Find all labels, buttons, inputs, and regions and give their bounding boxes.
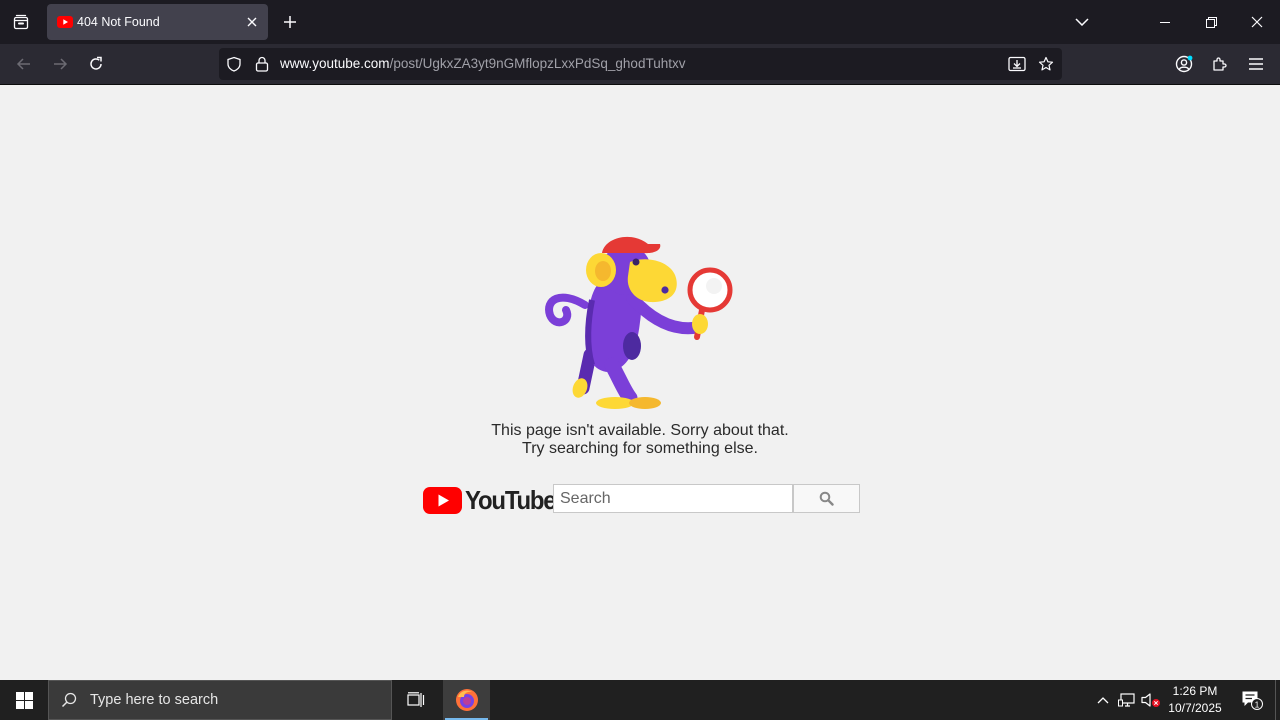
show-hidden-icons-button[interactable] (1093, 680, 1113, 720)
extensions-button[interactable] (1204, 48, 1236, 80)
restore-button[interactable] (1188, 0, 1234, 44)
url-text[interactable]: www.youtube.com/post/UgkxZA3yt9nGMflopzL… (280, 48, 685, 80)
reload-button[interactable] (80, 48, 112, 80)
arrow-right-icon (54, 58, 68, 70)
taskbar-search-placeholder: Type here to search (90, 692, 219, 708)
app-menu-button[interactable] (1240, 48, 1272, 80)
action-center-button[interactable]: 1 (1232, 680, 1272, 720)
window-close-button[interactable] (1234, 0, 1280, 44)
clock-time: 1:26 PM (1172, 684, 1218, 698)
start-button[interactable] (0, 680, 48, 720)
volume-muted-icon (1141, 693, 1160, 707)
hamburger-menu-icon (1249, 58, 1263, 70)
task-view-icon (407, 692, 425, 707)
system-clock[interactable]: 1:26 PM 10/7/2025 (1163, 683, 1227, 717)
search-icon (61, 692, 77, 708)
back-button[interactable] (8, 48, 40, 80)
taskbar-search-box[interactable]: Type here to search (48, 680, 392, 720)
network-button[interactable] (1116, 680, 1138, 720)
install-page-button[interactable] (1005, 48, 1029, 80)
download-app-icon (1008, 56, 1026, 72)
firefox-icon (455, 689, 478, 711)
plus-icon (284, 16, 296, 28)
bookmark-button[interactable] (1034, 48, 1058, 80)
chevron-up-icon (1097, 697, 1109, 704)
url-path: /post/UgkxZA3yt9nGMflopzLxxPdSq_ghodTuht… (389, 56, 686, 71)
reload-icon (90, 56, 102, 70)
tab-title: 404 Not Found (77, 15, 160, 29)
close-icon (1251, 16, 1263, 28)
network-icon (1118, 693, 1135, 707)
lock-icon (255, 56, 269, 72)
url-host: www.youtube.com (280, 56, 390, 71)
new-tab-button[interactable] (276, 8, 304, 36)
shield-icon (227, 56, 241, 72)
tab-close-button[interactable] (240, 10, 264, 34)
chevron-down-icon (1075, 18, 1089, 26)
clock-date: 10/7/2025 (1168, 701, 1222, 715)
search-icon (819, 491, 834, 506)
puzzle-icon (1213, 57, 1227, 71)
windows-logo-icon (15, 691, 33, 709)
taskbar-firefox-app[interactable] (443, 680, 490, 720)
volume-button[interactable] (1140, 680, 1162, 720)
firefox-view-button[interactable] (0, 0, 42, 44)
forward-button[interactable] (44, 48, 76, 80)
youtube-play-icon (423, 487, 462, 514)
show-desktop-button[interactable] (1275, 680, 1280, 720)
youtube-icon (57, 16, 73, 28)
minimize-button[interactable] (1142, 0, 1188, 44)
minimize-icon (1160, 22, 1170, 23)
monkey-illustration (545, 236, 733, 409)
navigation-toolbar: www.youtube.com/post/UgkxZA3yt9nGMflopzL… (0, 44, 1280, 85)
close-icon (247, 17, 257, 27)
tab-strip: 404 Not Found (0, 0, 1280, 44)
search-button[interactable] (793, 484, 860, 513)
windows-taskbar: Type here to search 1:26 PM 10/7/2025 1 (0, 680, 1280, 720)
arrow-left-icon (16, 58, 30, 70)
account-button[interactable] (1168, 48, 1200, 80)
search-input[interactable] (553, 484, 793, 513)
notification-count: 1 (1255, 699, 1260, 709)
browser-tab-active[interactable]: 404 Not Found (47, 4, 268, 40)
error-message-line1: This page isn't available. Sorry about t… (491, 422, 789, 439)
task-view-button[interactable] (396, 680, 436, 720)
error-message: This page isn't available. Sorry about t… (440, 422, 840, 458)
restore-icon (1205, 16, 1217, 28)
notification-icon: 1 (1242, 691, 1263, 710)
page-content: This page isn't available. Sorry about t… (0, 85, 1280, 680)
youtube-logo[interactable]: YouTube (423, 485, 563, 516)
list-all-tabs-button[interactable] (1059, 0, 1105, 44)
account-icon (1175, 55, 1193, 73)
error-message-line2: Try searching for something else. (522, 440, 758, 457)
site-info-button[interactable] (250, 48, 274, 80)
tracking-protection-button[interactable] (222, 48, 246, 80)
youtube-wordmark: YouTube (465, 485, 557, 515)
star-icon (1038, 56, 1054, 71)
address-bar[interactable]: www.youtube.com/post/UgkxZA3yt9nGMflopzL… (219, 48, 1062, 80)
firefox-view-icon (13, 14, 29, 30)
